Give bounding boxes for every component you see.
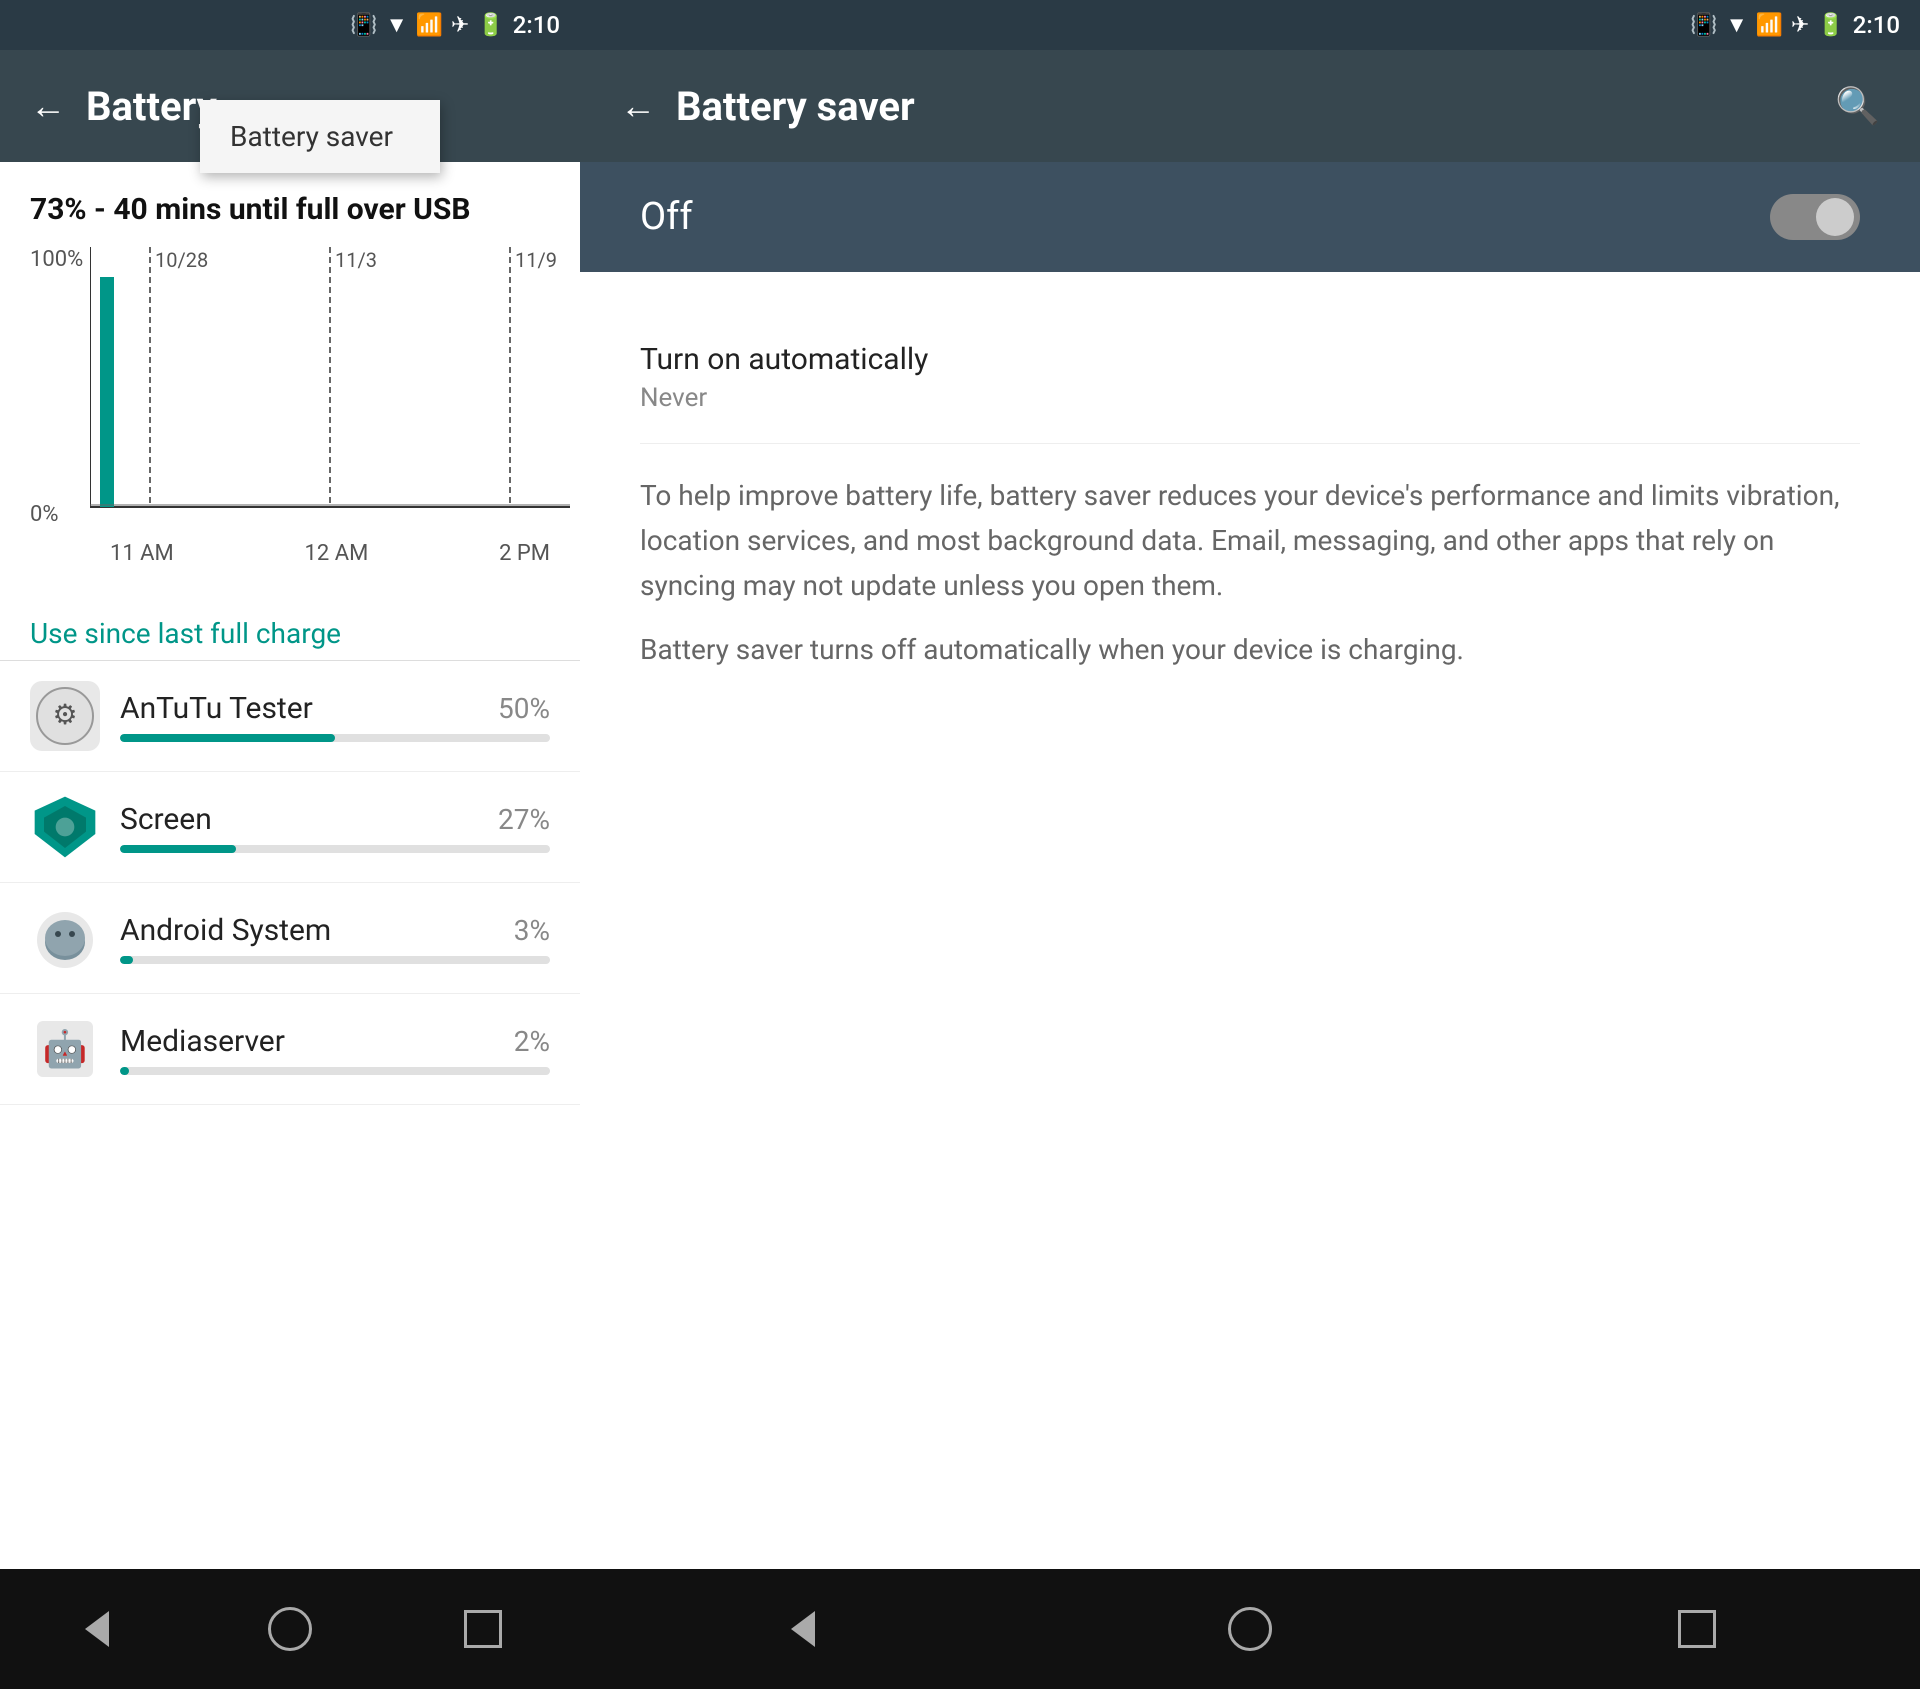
list-item[interactable]: Screen 27% [0,772,580,883]
signal-icon: 📶 [416,13,443,38]
antutu-track [120,734,550,742]
list-item[interactable]: 🤖 Mediaserver 2% [0,994,580,1105]
right-wifi-icon: ▼ [1726,12,1748,38]
right-nav-bar [580,1569,1920,1689]
battery-status-text: 73% - 40 mins until full over USB [0,162,580,237]
left-nav-back[interactable] [57,1589,137,1669]
left-back-button[interactable]: ← [30,85,66,127]
chart-x-11am: 11 AM [110,541,174,566]
left-panel: 📳 ▼ 📶 ✈ 🔋 2:10 ← Battery Battery saver 7… [0,0,580,1689]
screen-fill [120,845,236,853]
setting-item-auto[interactable]: Turn on automatically Never [640,312,1860,444]
screen-track [120,845,550,853]
chart-y-labels: 100% 0% [30,247,83,527]
android-system-name-row: Android System 3% [120,913,550,948]
mediaserver-name-row: Mediaserver 2% [120,1024,550,1059]
android-system-name: Android System [120,913,331,948]
chart-x-labels: 11 AM 12 AM 2 PM [110,537,550,566]
description-p1: To help improve battery life, battery sa… [640,474,1860,608]
screen-name-row: Screen 27% [120,802,550,837]
mediaserver-percent: 2% [514,1025,550,1058]
android-system-fill [120,956,133,964]
screen-icon [30,792,100,862]
antutu-percent: 50% [498,692,550,725]
antutu-icon: ⚙ [30,681,100,751]
battery-saver-description: To help improve battery life, battery sa… [640,444,1860,673]
vibrate-icon: 📳 [350,13,377,38]
mediaserver-info: Mediaserver 2% [120,1024,550,1075]
battery-chart-svg: 10/28 11/3 11/9 [90,247,570,537]
left-status-icons: 📳 ▼ 📶 ✈ 🔋 2:10 [350,11,560,39]
right-signal-icon: 📶 [1756,13,1783,38]
left-status-bar: 📳 ▼ 📶 ✈ 🔋 2:10 [0,0,580,50]
antutu-name-row: AnTuTu Tester 50% [120,691,550,726]
battery-icon: 🔋 [477,13,504,38]
right-app-bar: ← Battery saver 🔍 [580,50,1920,162]
setting-auto-subtitle: Never [640,383,1860,413]
app-usage-list: ⚙ AnTuTu Tester 50% [0,661,580,1569]
toggle-label: Off [640,195,693,239]
battery-chart: 100% 0% 10/28 11/3 11/9 11 AM 12 AM 2 PM [0,237,580,597]
dropdown-popup[interactable]: Battery saver [200,100,440,173]
left-app-bar: ← Battery Battery saver [0,50,580,162]
mediaserver-icon: 🤖 [30,1014,100,1084]
right-nav-back[interactable] [763,1589,843,1669]
antutu-name: AnTuTu Tester [120,691,313,726]
right-back-button[interactable]: ← [620,85,656,127]
svg-text:🤖: 🤖 [43,1028,88,1070]
right-status-icons: 📳 ▼ 📶 ✈ 🔋 2:10 [1690,11,1900,39]
chart-y-bottom: 0% [30,502,83,527]
left-nav-bar [0,1569,580,1689]
antutu-fill [120,734,335,742]
right-nav-recents[interactable] [1657,1589,1737,1669]
right-time: 2:10 [1853,11,1900,39]
toggle-thumb [1816,198,1854,236]
use-since-label: Use since last full charge [0,597,580,661]
android-system-percent: 3% [514,914,550,947]
left-app-title: Battery [86,83,217,130]
right-nav-home[interactable] [1210,1589,1290,1669]
right-app-title: Battery saver [676,83,1815,130]
airplane-icon: ✈ [451,13,469,38]
battery-saver-toggle-row[interactable]: Off [580,162,1920,272]
screen-info: Screen 27% [120,802,550,853]
battery-saver-settings: Turn on automatically Never To help impr… [580,272,1920,1569]
android-system-icon [30,903,100,973]
toggle-switch[interactable] [1770,194,1860,240]
left-time: 2:10 [513,11,560,39]
left-nav-home[interactable] [250,1589,330,1669]
mediaserver-name: Mediaserver [120,1024,285,1059]
list-item[interactable]: Android System 3% [0,883,580,994]
right-panel: 📳 ▼ 📶 ✈ 🔋 2:10 ← Battery saver 🔍 Off Tur… [580,0,1920,1689]
screen-name: Screen [120,802,212,837]
svg-text:11/9: 11/9 [515,248,557,272]
svg-text:11/3: 11/3 [335,248,377,272]
chart-x-2pm: 2 PM [499,541,550,566]
mediaserver-fill [120,1067,129,1075]
chart-y-top: 100% [30,247,83,272]
dropdown-battery-saver[interactable]: Battery saver [230,120,393,153]
wifi-icon: ▼ [386,12,408,38]
antutu-info: AnTuTu Tester 50% [120,691,550,742]
right-battery-icon: 🔋 [1817,13,1844,38]
android-system-info: Android System 3% [120,913,550,964]
right-airplane-icon: ✈ [1791,13,1809,38]
svg-text:10/28: 10/28 [155,248,208,272]
screen-percent: 27% [498,803,550,836]
svg-text:⚙: ⚙ [52,698,77,731]
android-system-track [120,956,550,964]
right-vibrate-icon: 📳 [1690,13,1717,38]
right-status-bar: 📳 ▼ 📶 ✈ 🔋 2:10 [580,0,1920,50]
setting-auto-title: Turn on automatically [640,342,1860,377]
search-icon[interactable]: 🔍 [1835,85,1880,127]
mediaserver-track [120,1067,550,1075]
left-nav-recents[interactable] [443,1589,523,1669]
list-item[interactable]: ⚙ AnTuTu Tester 50% [0,661,580,772]
description-p2: Battery saver turns off automatically wh… [640,628,1860,673]
chart-x-12am: 12 AM [305,541,369,566]
